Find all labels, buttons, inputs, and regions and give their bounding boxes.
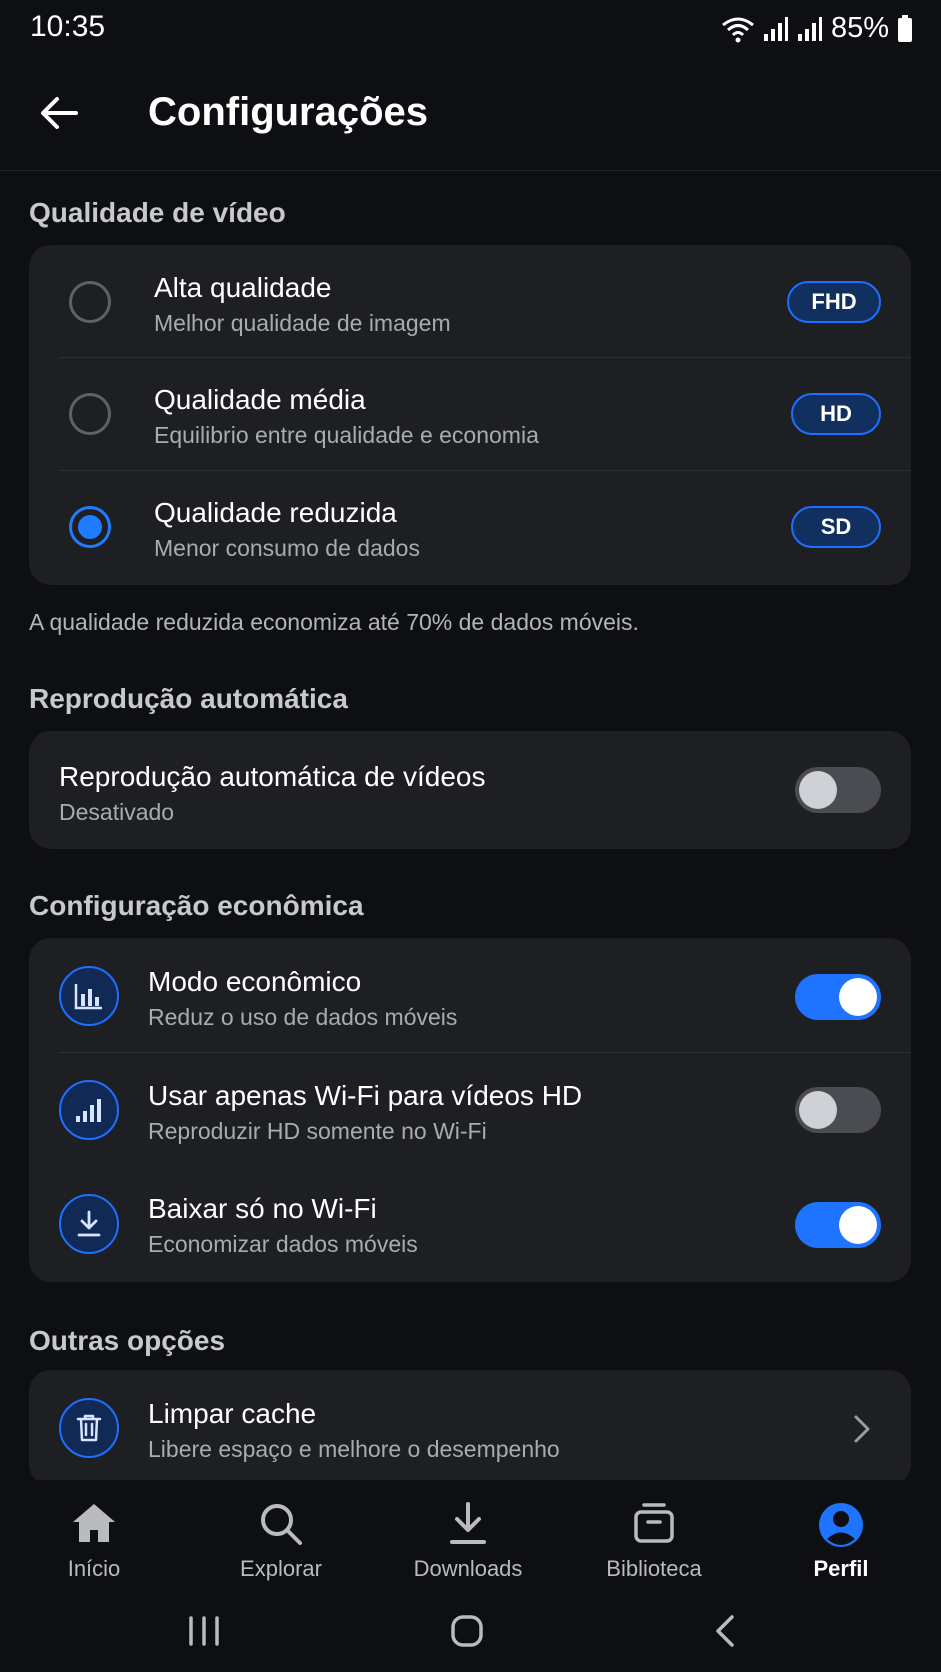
- clear-cache-row[interactable]: Limpar cache Libere espaço e melhore o d…: [29, 1370, 911, 1486]
- system-back-button[interactable]: [695, 1606, 755, 1656]
- section-title-video-quality: Qualidade de vídeo: [29, 197, 286, 228]
- economy-mode-title: Modo econômico: [148, 966, 362, 997]
- app-bar: Configurações: [0, 60, 941, 171]
- download-wifi-title: Baixar só no Wi-Fi: [148, 1193, 377, 1224]
- download-icon: [450, 1502, 486, 1544]
- chevron-left-icon: [716, 1615, 734, 1647]
- battery-level: 85%: [830, 12, 889, 44]
- quality-option-low[interactable]: Qualidade reduzida Menor consumo de dado…: [29, 471, 911, 583]
- signal-icon: [59, 1080, 119, 1140]
- radio-button[interactable]: [69, 393, 111, 435]
- chevron-right-icon: [854, 1415, 870, 1443]
- battery-icon: [898, 14, 912, 42]
- status-bar: 10:35 85%: [0, 0, 941, 60]
- recent-apps-icon: [189, 1616, 219, 1646]
- status-time: 10:35: [30, 10, 106, 43]
- home-icon: [73, 1504, 115, 1542]
- section-title-autoplay: Reprodução automática: [29, 683, 348, 714]
- trash-icon: [59, 1398, 119, 1458]
- nav-profile[interactable]: Perfil: [747, 1480, 935, 1590]
- economy-mode-row[interactable]: Modo econômico Reduz o uso de dados móve…: [29, 938, 911, 1052]
- nav-label: Perfil: [813, 1556, 869, 1581]
- nav-home[interactable]: Início: [0, 1480, 188, 1590]
- library-icon: [634, 1503, 674, 1543]
- section-title-other: Outras opções: [29, 1325, 226, 1356]
- quality-option-high[interactable]: Alta qualidade Melhor qualidade de image…: [29, 245, 911, 357]
- quality-badge-fhd: FHD: [787, 281, 881, 323]
- autoplay-row[interactable]: Reprodução automática de vídeos Desativa…: [29, 731, 911, 849]
- quality-badge-hd: HD: [791, 393, 881, 435]
- search-icon: [261, 1504, 302, 1545]
- radio-button[interactable]: [69, 281, 111, 323]
- other-options-card: Limpar cache Libere espaço e melhore o d…: [29, 1370, 911, 1486]
- wifi-hd-subtitle: Reproduzir HD somente no Wi-Fi: [148, 1118, 487, 1144]
- wifi-hd-toggle[interactable]: [795, 1087, 881, 1133]
- option-subtitle: Menor consumo de dados: [154, 535, 420, 561]
- nav-label: Início: [67, 1556, 121, 1581]
- quality-note: A qualidade reduzida economiza até 70% d…: [29, 609, 639, 635]
- nav-label: Explorar: [240, 1556, 322, 1581]
- section-title-economy: Configuração econômica: [29, 890, 364, 921]
- wifi-hd-title: Usar apenas Wi-Fi para vídeos HD: [148, 1080, 583, 1111]
- download-wifi-toggle[interactable]: [795, 1202, 881, 1248]
- autoplay-title: Reprodução automática de vídeos: [59, 761, 486, 792]
- option-title: Qualidade média: [154, 384, 366, 415]
- bottom-nav: Início Explorar Downloads Biblioteca Per…: [0, 1480, 941, 1590]
- profile-icon: [819, 1503, 863, 1547]
- home-button[interactable]: [437, 1606, 497, 1656]
- economy-mode-toggle[interactable]: [795, 974, 881, 1020]
- back-button[interactable]: [32, 86, 86, 140]
- clear-cache-subtitle: Libere espaço e melhore o desempenho: [148, 1436, 560, 1462]
- option-title: Alta qualidade: [154, 272, 332, 303]
- bar-chart-icon: [59, 966, 119, 1026]
- economy-mode-subtitle: Reduz o uso de dados móveis: [148, 1004, 458, 1030]
- download-icon: [59, 1194, 119, 1254]
- signal-icon: [763, 16, 788, 41]
- quality-badge-sd: SD: [791, 506, 881, 548]
- home-circle-icon: [451, 1615, 483, 1647]
- system-nav-bar: [0, 1590, 941, 1672]
- video-quality-card: Alta qualidade Melhor qualidade de image…: [29, 245, 911, 585]
- radio-button-selected[interactable]: [69, 506, 111, 548]
- signal-icon-2: [797, 16, 822, 41]
- download-wifi-row[interactable]: Baixar só no Wi-Fi Economizar dados móve…: [29, 1167, 911, 1281]
- autoplay-card: Reprodução automática de vídeos Desativa…: [29, 731, 911, 849]
- wifi-icon: [722, 17, 754, 42]
- quality-option-medium[interactable]: Qualidade média Equilibrio entre qualida…: [29, 358, 911, 470]
- status-icons: 85%: [721, 12, 913, 45]
- option-subtitle: Melhor qualidade de imagem: [154, 310, 451, 336]
- page-title: Configurações: [148, 90, 429, 134]
- nav-label: Downloads: [413, 1556, 523, 1581]
- autoplay-toggle[interactable]: [795, 767, 881, 813]
- option-title: Qualidade reduzida: [154, 497, 397, 528]
- nav-downloads[interactable]: Downloads: [374, 1480, 562, 1590]
- nav-library[interactable]: Biblioteca: [560, 1480, 748, 1590]
- nav-label: Biblioteca: [606, 1556, 702, 1581]
- download-wifi-subtitle: Economizar dados móveis: [148, 1231, 418, 1257]
- wifi-hd-row[interactable]: Usar apenas Wi-Fi para vídeos HD Reprodu…: [29, 1053, 911, 1167]
- autoplay-status: Desativado: [59, 799, 175, 825]
- clear-cache-title: Limpar cache: [148, 1398, 317, 1429]
- option-subtitle: Equilibrio entre qualidade e economia: [154, 422, 539, 448]
- economy-card: Modo econômico Reduz o uso de dados móve…: [29, 938, 911, 1282]
- recent-apps-button[interactable]: [174, 1606, 234, 1656]
- nav-explore[interactable]: Explorar: [187, 1480, 375, 1590]
- arrow-left-icon: [41, 97, 78, 129]
